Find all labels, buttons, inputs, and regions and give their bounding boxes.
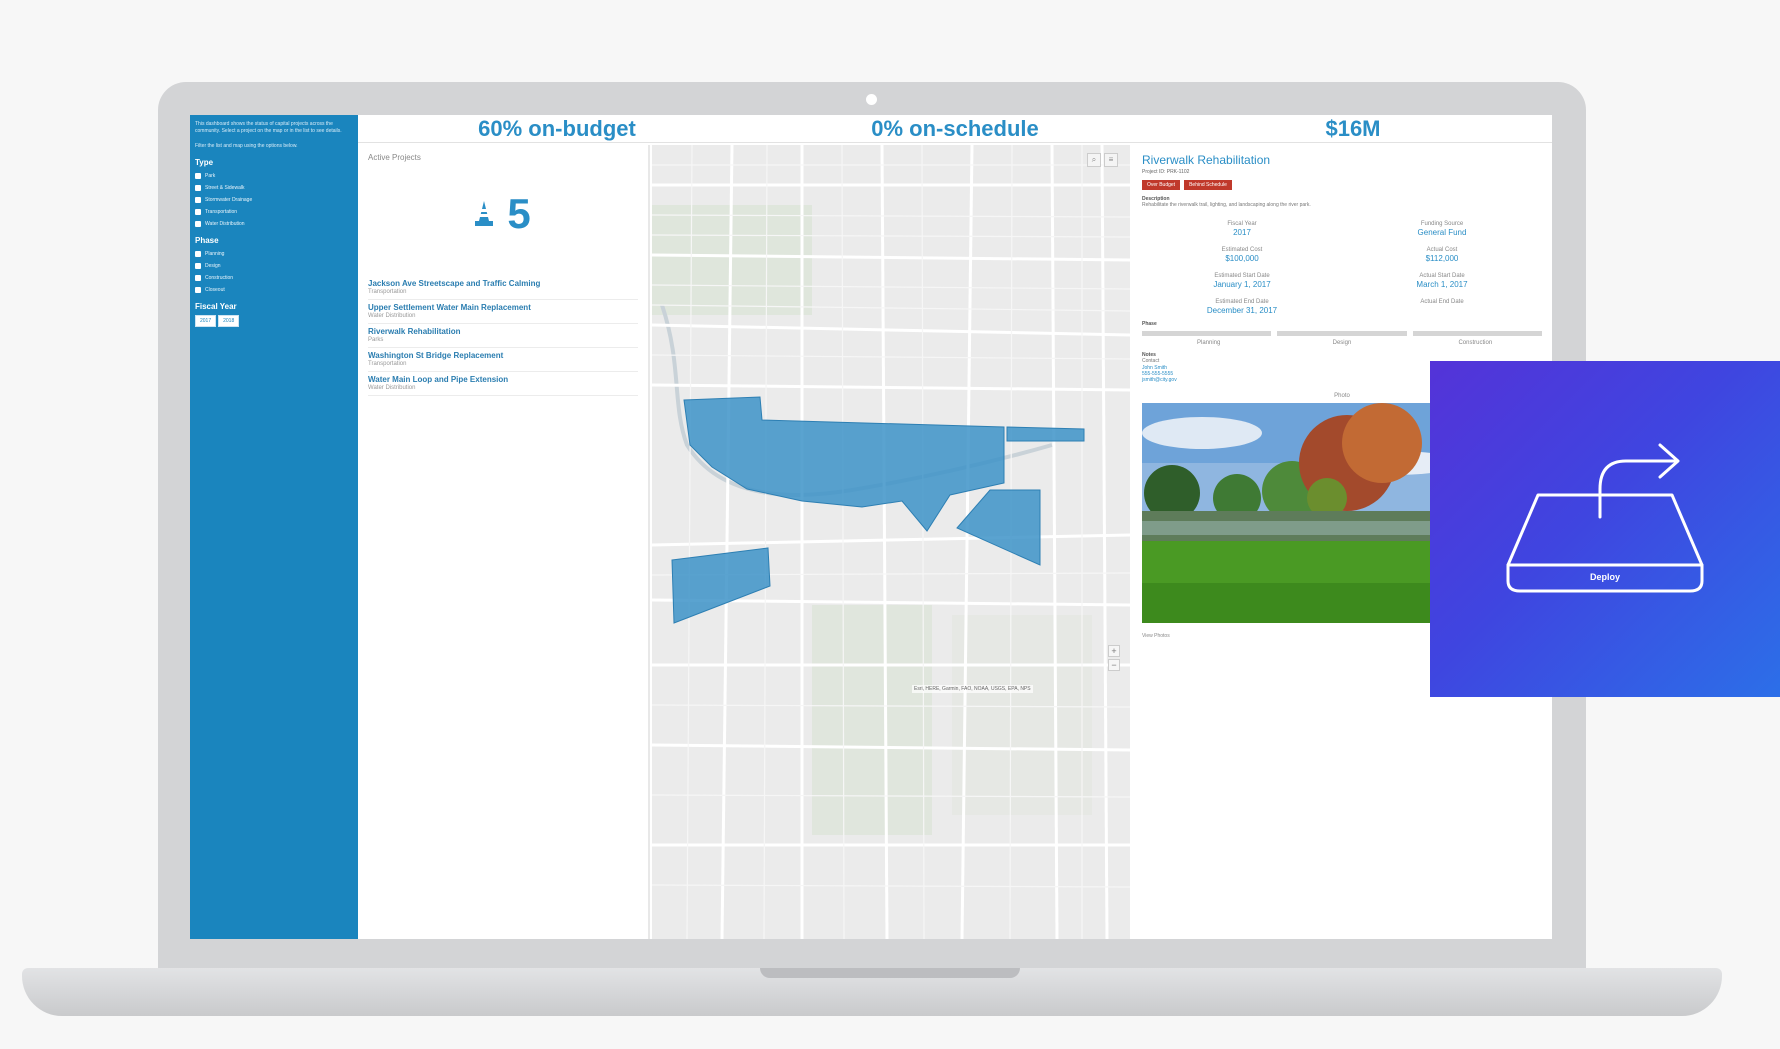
checkbox[interactable] bbox=[195, 251, 201, 257]
phase-heading: Phase bbox=[195, 236, 219, 245]
type-option[interactable]: Water Distribution bbox=[195, 218, 353, 230]
description-text: Rehabilitate the riverwalk trail, lighti… bbox=[1142, 202, 1311, 208]
type-option[interactable]: Transportation bbox=[195, 206, 353, 218]
field-cell: Estimated Cost $100,000 bbox=[1221, 247, 1263, 263]
zoom-out-button[interactable]: − bbox=[1108, 659, 1120, 671]
list-item[interactable]: Upper Settlement Water Main Replacement … bbox=[368, 300, 638, 324]
status-badge: Behind Schedule bbox=[1184, 180, 1232, 190]
checkbox[interactable] bbox=[195, 275, 201, 281]
list-item[interactable]: Jackson Ave Streetscape and Traffic Calm… bbox=[368, 276, 638, 300]
project-type: Water Distribution bbox=[368, 385, 416, 391]
checkbox[interactable] bbox=[195, 221, 201, 227]
project-type: Water Distribution bbox=[368, 313, 416, 319]
project-name: Riverwalk Rehabilitation bbox=[368, 327, 461, 336]
project-id: Project ID: PRK-1102 bbox=[1142, 169, 1190, 175]
checkbox[interactable] bbox=[195, 209, 201, 215]
project-count-number: 5 bbox=[507, 190, 531, 237]
project-type: Transportation bbox=[368, 361, 407, 367]
map-canvas[interactable] bbox=[652, 145, 1130, 939]
checkbox[interactable] bbox=[195, 287, 201, 293]
list-item[interactable]: Water Main Loop and Pipe Extension Water… bbox=[368, 372, 638, 396]
summary-stats: 60% on-budget 0% on-schedule $16M bbox=[358, 115, 1552, 143]
field-cell: Funding Source General Fund bbox=[1417, 221, 1467, 237]
sidebar-filter-hint: Filter the list and map using the option… bbox=[195, 143, 298, 149]
type-option[interactable]: Street & Sidewalk bbox=[195, 182, 353, 194]
phase-option[interactable]: Closeout bbox=[195, 284, 353, 296]
phase-segment bbox=[1412, 331, 1542, 336]
type-option[interactable]: Stormwater Drainage bbox=[195, 194, 353, 206]
project-name: Washington St Bridge Replacement bbox=[368, 351, 504, 360]
project-type: Transportation bbox=[368, 289, 407, 295]
map-search-icon[interactable]: ⌕ bbox=[1087, 153, 1101, 167]
project-list-title: Active Projects bbox=[368, 153, 421, 162]
zoom-control: + − bbox=[1108, 645, 1120, 671]
on-budget-stat: 60% on-budget bbox=[478, 116, 636, 141]
phase-progress bbox=[1142, 331, 1542, 336]
phase-heading: Phase bbox=[1142, 321, 1157, 327]
project-fields: Fiscal Year 2017 Funding Source General Fu… bbox=[1142, 221, 1542, 315]
field-cell: Estimated Start Date January 1, 2017 bbox=[1213, 273, 1271, 289]
project-name: Water Main Loop and Pipe Extension bbox=[368, 375, 509, 384]
checkbox[interactable] bbox=[195, 263, 201, 269]
sidebar-description: This dashboard shows the status of capit… bbox=[195, 121, 353, 150]
dashboard-screen: This dashboard shows the status of capit… bbox=[190, 115, 1552, 939]
field-cell: Actual End Date bbox=[1420, 299, 1464, 305]
phase-segment bbox=[1142, 331, 1272, 336]
status-badges: Over Budget Behind Schedule bbox=[1142, 180, 1542, 190]
field-cell: Actual Cost $112,000 bbox=[1425, 247, 1459, 263]
deploy-tile: Deploy bbox=[1430, 361, 1780, 697]
list-item[interactable]: Riverwalk Rehabilitation Parks bbox=[368, 324, 638, 348]
project-name: Jackson Ave Streetscape and Traffic Calm… bbox=[368, 279, 541, 288]
on-schedule-stat: 0% on-schedule bbox=[871, 116, 1039, 141]
field-cell: Fiscal Year 2017 bbox=[1227, 221, 1257, 237]
phase-option[interactable]: Planning bbox=[195, 248, 353, 260]
project-list-panel: Active Projects 5 Jackson Ave Streetscap… bbox=[358, 145, 650, 939]
sidebar-description-text: This dashboard shows the status of capit… bbox=[195, 121, 342, 134]
map-attribution: Esri, HERE, Garmin, FAO, NOAA, USGS, EPA… bbox=[912, 685, 1033, 693]
field-cell: Estimated End Date December 31, 2017 bbox=[1206, 299, 1278, 315]
phase-labels: Planning Design Construction bbox=[1196, 340, 1493, 346]
project-area[interactable] bbox=[1006, 426, 1085, 442]
fiscal-year-toggle: 2017 2018 bbox=[195, 315, 353, 327]
project-name: Upper Settlement Water Main Replacement bbox=[368, 303, 531, 312]
field-cell: Actual Start Date March 1, 2017 bbox=[1416, 273, 1468, 289]
status-badge: Over Budget bbox=[1142, 180, 1181, 190]
project-detail-title: Riverwalk Rehabilitation bbox=[1142, 153, 1271, 167]
type-option[interactable]: Park bbox=[195, 170, 353, 182]
project-count: 5 bbox=[368, 190, 638, 237]
project-list: Jackson Ave Streetscape and Traffic Calm… bbox=[368, 276, 638, 396]
deploy-tray-arrow-icon: Deploy bbox=[1506, 443, 1704, 593]
checkbox[interactable] bbox=[195, 197, 201, 203]
type-heading: Type bbox=[195, 158, 214, 167]
map-toolbar: ⌕ ≡ bbox=[1087, 153, 1118, 167]
marketing-stage: This dashboard shows the status of capit… bbox=[0, 0, 1780, 1049]
filter-sidebar: This dashboard shows the status of capit… bbox=[190, 115, 358, 939]
total-cost-stat: $16M bbox=[1325, 116, 1381, 141]
year-button[interactable]: 2018 bbox=[218, 315, 240, 327]
project-type: Parks bbox=[368, 337, 384, 343]
phase-option[interactable]: Design bbox=[195, 260, 353, 272]
checkbox[interactable] bbox=[195, 185, 201, 191]
list-item[interactable]: Washington St Bridge Replacement Transpo… bbox=[368, 348, 638, 372]
traffic-cone-icon bbox=[475, 201, 494, 226]
phase-option[interactable]: Construction bbox=[195, 272, 353, 284]
phase-segment bbox=[1277, 331, 1407, 336]
year-button[interactable]: 2017 bbox=[195, 315, 217, 327]
project-map[interactable]: ⌕ ≡ + − Esri, HERE, Garmin, FAO, NOAA, U… bbox=[652, 145, 1130, 939]
checkbox[interactable] bbox=[195, 173, 201, 179]
laptop-base-notch bbox=[760, 968, 1020, 978]
fiscal-year-heading: Fiscal Year bbox=[195, 302, 237, 311]
map-list-icon[interactable]: ≡ bbox=[1104, 153, 1118, 167]
zoom-in-button[interactable]: + bbox=[1108, 645, 1120, 657]
laptop-camera bbox=[866, 94, 877, 105]
deploy-label: Deploy bbox=[1590, 572, 1620, 582]
